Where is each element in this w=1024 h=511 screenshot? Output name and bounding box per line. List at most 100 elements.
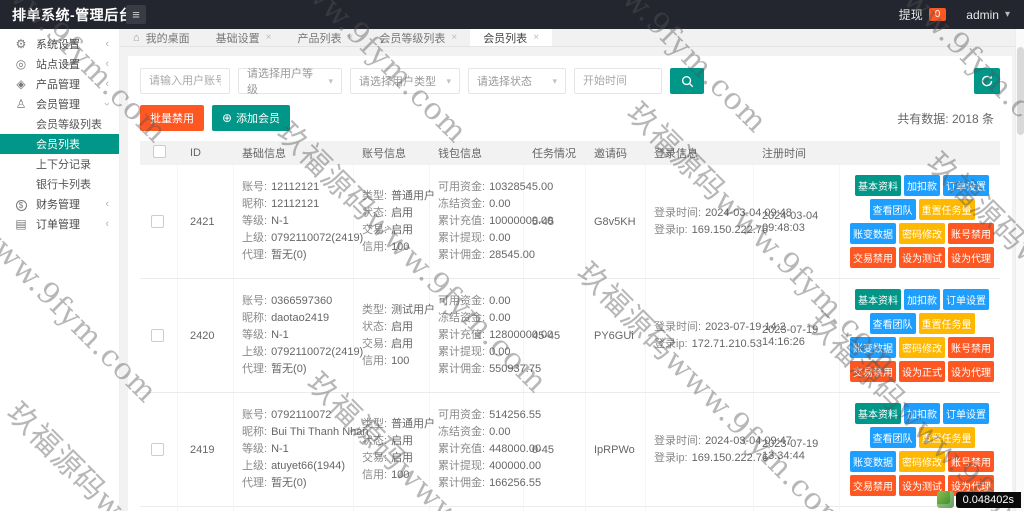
info-label: 累计充值:: [438, 443, 486, 455]
sidebar-item-finance-management[interactable]: $ 财务管理 ‹: [0, 194, 119, 214]
action-button[interactable]: 基本资料: [855, 403, 901, 424]
action-button[interactable]: 订单设置: [943, 289, 989, 310]
sidebar-item-updown-records[interactable]: 上下分记录: [0, 154, 119, 174]
select-all-cell: [140, 145, 178, 161]
sidebar-item-system-settings[interactable]: ⚙ 系统设置 ‹: [0, 34, 119, 54]
tab-my-desktop[interactable]: ⌂ 我的桌面: [120, 29, 203, 46]
sidebar-item-order-management[interactable]: ▤ 订单管理 ‹: [0, 214, 119, 234]
action-button[interactable]: 账变数据: [850, 223, 896, 244]
batch-disable-button[interactable]: 批量禁用: [140, 105, 204, 131]
sidebar-item-member-level-list[interactable]: 会员等级列表: [0, 114, 119, 134]
action-button[interactable]: 重置任务量: [918, 427, 975, 448]
row-checkbox[interactable]: [151, 329, 164, 342]
select-all-checkbox[interactable]: [153, 145, 166, 158]
top-header: 排单系统-管理后台 ≡ 提现 0 admin ▾: [0, 0, 1024, 29]
action-button[interactable]: 重置任务量: [918, 199, 975, 220]
action-button[interactable]: 订单设置: [943, 403, 989, 424]
task-status-cell: 0-45: [524, 393, 586, 506]
row-checkbox[interactable]: [151, 215, 164, 228]
row-actions-cell: 基本资料 加扣款 订单设置 查看团队 重置任务量 账变数据 密码修改 账号禁用 交易禁用 设为测试…: [840, 393, 1000, 506]
action-button[interactable]: 账号禁用: [948, 337, 994, 358]
status-select[interactable]: 请选择状态 ▾: [468, 68, 566, 94]
tab-product-list[interactable]: 产品列表 ×: [285, 29, 367, 46]
sidebar-item-product-management[interactable]: ◈ 产品管理 ‹: [0, 74, 119, 94]
tab-member-list[interactable]: 会员列表 ×: [470, 29, 553, 46]
filter-bar: 请选择用户等级 ▾ 请选择用户类型 ▾ 请选择状态 ▾: [140, 68, 1000, 96]
sidebar-item-label: 系统设置: [36, 39, 80, 51]
admin-user-menu[interactable]: admin: [966, 8, 999, 22]
action-button[interactable]: 基本资料: [855, 175, 901, 196]
action-button[interactable]: 密码修改: [899, 223, 945, 244]
refresh-button[interactable]: [974, 68, 1000, 94]
scrollbar[interactable]: [1015, 29, 1024, 511]
table-row: 2421 账号: 12112121 昵称: 12112121 等级: N-1 上级: 07921…: [140, 165, 1000, 279]
sidebar-item-member-management[interactable]: ♙ 会员管理 ‹: [0, 94, 119, 114]
info-label: 状态:: [362, 320, 388, 333]
user-type-select[interactable]: 请选择用户类型 ▾: [350, 68, 460, 94]
info-label: 类型:: [362, 417, 388, 430]
tab-close-icon[interactable]: ×: [533, 32, 539, 43]
info-label: 上级:: [242, 346, 268, 358]
search-button[interactable]: [670, 68, 704, 94]
start-time-input[interactable]: [574, 68, 662, 94]
action-button[interactable]: 密码修改: [899, 337, 945, 358]
sidebar-item-bankcard-list[interactable]: 银行卡列表: [0, 174, 119, 194]
action-button[interactable]: 设为正式: [899, 361, 945, 382]
task-status-cell: [524, 507, 586, 511]
row-checkbox[interactable]: [151, 443, 164, 456]
account-info-cell: 类型: 普通用户 状态: 启用 交易: 启用 信用: 100: [354, 165, 435, 278]
tab-member-level-list[interactable]: 会员等级列表 ×: [366, 29, 470, 46]
info-line: 冻结资金: 0.00: [438, 196, 521, 213]
action-button[interactable]: 加扣款: [904, 289, 940, 310]
action-button[interactable]: 查看团队: [869, 199, 916, 220]
info-line: 累计提现: 0.00: [438, 230, 521, 247]
action-button[interactable]: 查看团队: [869, 427, 916, 448]
sidebar-item-label: 会员管理: [36, 99, 80, 111]
tab-basic-settings[interactable]: 基础设置 ×: [203, 29, 285, 46]
info-label: 类型:: [362, 303, 388, 316]
action-button[interactable]: 设为代理: [948, 247, 994, 268]
level-select[interactable]: 请选择用户等级 ▾: [238, 68, 342, 96]
withdraw-link[interactable]: 提现: [899, 6, 923, 23]
tab-close-icon[interactable]: ×: [266, 32, 272, 43]
info-label: 累计佣金:: [438, 363, 486, 375]
action-button[interactable]: 基本资料: [855, 289, 901, 310]
column-header-basic-info: 基础信息: [242, 148, 286, 160]
action-button[interactable]: 设为代理: [948, 361, 994, 382]
sidebar-item-member-list[interactable]: 会员列表: [0, 134, 119, 154]
info-value: 启用: [391, 451, 414, 464]
action-button[interactable]: 账变数据: [850, 451, 896, 472]
account-search-input[interactable]: [140, 68, 230, 94]
action-button[interactable]: 账变数据: [850, 337, 896, 358]
tab-close-icon[interactable]: ×: [451, 32, 457, 43]
info-label: 信用:: [362, 468, 388, 481]
scrollbar-thumb[interactable]: [1017, 47, 1024, 135]
main-content: 请选择用户等级 ▾ 请选择用户类型 ▾ 请选择状态 ▾: [120, 48, 1014, 511]
action-button[interactable]: 账号禁用: [948, 451, 994, 472]
action-button[interactable]: 密码修改: [899, 451, 945, 472]
row-id: 2419: [178, 393, 234, 506]
add-member-button[interactable]: ⊕ 添加会员: [212, 105, 291, 131]
action-button[interactable]: 查看团队: [869, 313, 916, 334]
total-count: 共有数据: 2018 条: [897, 111, 994, 126]
info-label: 累计提现:: [438, 232, 486, 244]
action-button[interactable]: 交易禁用: [850, 475, 896, 496]
action-button[interactable]: 设为测试: [899, 247, 945, 268]
info-label: 交易:: [362, 337, 388, 350]
account-info-cell: 类型: 普通用户 状态: 启用 交易: 启用 信用: 100: [354, 393, 435, 506]
action-button[interactable]: 交易禁用: [850, 361, 896, 382]
info-label: 上级:: [242, 460, 268, 472]
tab-close-icon[interactable]: ×: [348, 32, 354, 43]
action-button[interactable]: 加扣款: [904, 175, 940, 196]
action-button[interactable]: 交易禁用: [850, 247, 896, 268]
action-button[interactable]: 重置任务量: [918, 313, 975, 334]
action-button[interactable]: 订单设置: [943, 175, 989, 196]
action-button[interactable]: 账号禁用: [948, 223, 994, 244]
info-line: 等级: N-1: [242, 213, 351, 230]
info-label: 昵称:: [242, 312, 268, 324]
sidebar-item-site-settings[interactable]: ◎ 站点设置 ‹: [0, 54, 119, 74]
info-label: 累计佣金:: [438, 249, 486, 261]
action-button[interactable]: 加扣款: [904, 403, 940, 424]
hamburger-menu-button[interactable]: ≡: [126, 5, 146, 24]
withdraw-count-badge[interactable]: 0: [928, 8, 947, 21]
